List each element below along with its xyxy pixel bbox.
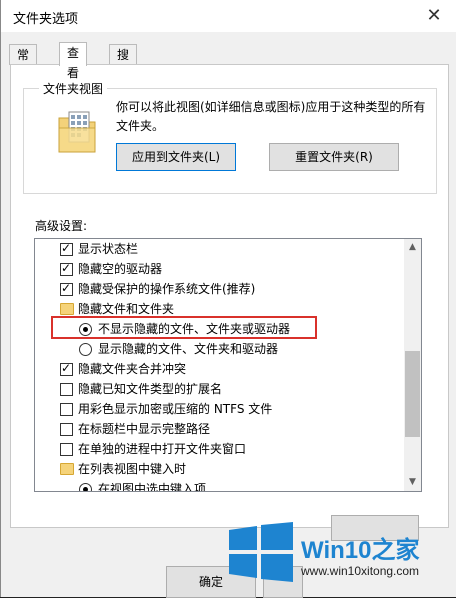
list-item[interactable]: 显示隐藏的文件、文件夹和驱动器 [35, 339, 403, 359]
windows-logo-icon [229, 522, 293, 582]
watermark-brand: Win10之家 [301, 530, 419, 565]
checkbox[interactable] [60, 403, 73, 416]
folder-icon [60, 463, 74, 475]
highlight-annotation [51, 316, 317, 339]
vertical-scrollbar[interactable]: ▲ ▼ [404, 239, 421, 491]
apply-to-folders-button[interactable]: 应用到文件夹(L) [116, 143, 236, 171]
list-item[interactable]: 在单独的进程中打开文件夹窗口 [35, 439, 403, 459]
list-item[interactable]: 在标题栏中显示完整路径 [35, 419, 403, 439]
tab-view[interactable]: 查看 [59, 42, 88, 80]
folder-icon [60, 303, 74, 315]
checkbox[interactable] [60, 260, 73, 276]
list-item-label: 显示状态栏 [78, 242, 139, 256]
list-item: 在列表视图中键入时 [35, 459, 403, 479]
checkbox[interactable] [60, 443, 73, 456]
list-item-label: 隐藏已知文件类型的扩展名 [78, 382, 223, 396]
radio-button[interactable] [79, 343, 92, 356]
advanced-settings-list: 显示状态栏 隐藏空的驱动器 隐藏受保护的操作系统文件(推荐) 隐藏文件和文件夹 … [34, 238, 422, 492]
list-item[interactable]: 隐藏空的驱动器 [35, 259, 403, 279]
list-item-label: 隐藏受保护的操作系统文件(推荐) [78, 282, 256, 296]
close-icon[interactable]: ✕ [421, 3, 447, 29]
tab-search[interactable]: 搜索 [109, 44, 138, 82]
reset-folders-button[interactable]: 重置文件夹(R) [269, 143, 399, 171]
folder-views-description: 你可以将此视图(如详细信息或图标)应用于这种类型的所有文件夹。 [116, 100, 426, 133]
list-item-label: 隐藏空的驱动器 [78, 262, 163, 276]
list-item-label: 在标题栏中显示完整路径 [78, 422, 211, 436]
list-item-label: 显示隐藏的文件、文件夹和驱动器 [98, 342, 279, 356]
list-item[interactable]: 隐藏已知文件类型的扩展名 [35, 379, 403, 399]
folder-view-icon [58, 111, 96, 153]
list-item[interactable]: 显示状态栏 [35, 239, 403, 259]
watermark-url: www.win10xitong.com [301, 564, 420, 578]
checkbox[interactable] [60, 423, 73, 436]
list-item[interactable]: 隐藏文件夹合并冲突 [35, 359, 403, 379]
title-bar: 文件夹选项 ✕ [1, 0, 456, 32]
list-item[interactable]: 用彩色显示加密或压缩的 NTFS 文件 [35, 399, 403, 419]
list-item-label: 在单独的进程中打开文件夹窗口 [78, 442, 247, 456]
list-item-label: 在列表视图中键入时 [78, 462, 187, 476]
list-item[interactable]: 隐藏受保护的操作系统文件(推荐) [35, 279, 403, 299]
scroll-up-icon[interactable]: ▲ [404, 239, 421, 256]
watermark-brand-zh: 之家 [371, 537, 420, 564]
tab-general[interactable]: 常规 [9, 44, 38, 82]
scrollbar-thumb[interactable] [405, 351, 420, 437]
radio-button[interactable] [79, 483, 92, 491]
list-item-label: 用彩色显示加密或压缩的 NTFS 文件 [78, 402, 273, 416]
scroll-down-icon[interactable]: ▼ [404, 474, 421, 491]
list-item-label: 在视图中选中键入项 [98, 482, 207, 492]
window-title: 文件夹选项 [13, 12, 79, 27]
advanced-settings-label: 高级设置: [35, 219, 88, 233]
checkbox[interactable] [60, 240, 73, 256]
checkbox[interactable] [60, 383, 73, 396]
checkbox[interactable] [60, 280, 73, 296]
list-item-label: 隐藏文件夹合并冲突 [78, 362, 187, 376]
checkbox[interactable] [60, 360, 73, 376]
list-item[interactable]: 在视图中选中键入项 [35, 479, 403, 492]
watermark-brand-en: Win10 [301, 537, 372, 564]
folder-options-dialog: 文件夹选项 ✕ 常规 查看 搜索 文件夹视图 你可以将此视图(如详细信息或图标)… [0, 0, 456, 598]
